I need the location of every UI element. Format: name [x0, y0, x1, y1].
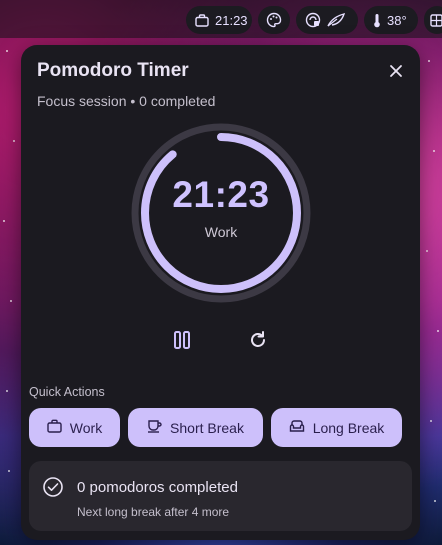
check-circle-icon [42, 476, 64, 503]
quick-actions-label: Quick Actions [29, 385, 105, 399]
pomodoro-panel: Pomodoro Timer Focus session • 0 complet… [21, 45, 420, 540]
stats-card: 0 pomodoros completed Next long break af… [29, 461, 412, 531]
timer-ring: 21:23 Work [131, 123, 311, 303]
temperature-value: 38° [387, 12, 407, 28]
work-button[interactable]: Work [29, 408, 120, 447]
weather-widget[interactable]: 38° [364, 6, 418, 34]
short-break-button[interactable]: Short Break [128, 408, 263, 447]
reset-icon [248, 330, 268, 355]
pause-icon [172, 330, 192, 355]
couch-icon [289, 419, 305, 436]
timer-mode: Work [204, 224, 238, 240]
status-bar: 21:23 38° [0, 0, 442, 38]
briefcase-icon [195, 13, 209, 27]
short-break-button-label: Short Break [170, 419, 244, 436]
pomodoros-completed: 0 pomodoros completed [77, 479, 238, 496]
next-long-break: Next long break after 4 more [77, 505, 230, 519]
grid-icon [430, 13, 442, 27]
clock-widget[interactable]: 21:23 [186, 6, 252, 34]
clock-time: 21:23 [215, 12, 248, 28]
close-icon [389, 64, 403, 83]
long-break-button-label: Long Break [312, 419, 385, 436]
long-break-button[interactable]: Long Break [271, 408, 402, 447]
grid-widget[interactable] [424, 6, 442, 34]
palette-icon [266, 12, 282, 28]
panel-title: Pomodoro Timer [37, 60, 189, 81]
pause-button[interactable] [167, 327, 197, 357]
reset-button[interactable] [243, 327, 273, 357]
leaf-icon [327, 13, 345, 27]
coffee-icon [147, 419, 162, 436]
theme-button[interactable] [258, 6, 290, 34]
timer-time: 21:23 [172, 174, 270, 215]
close-button[interactable] [382, 59, 410, 87]
work-button-label: Work [69, 419, 103, 436]
system-widget[interactable] [296, 6, 358, 34]
network-icon [305, 12, 321, 28]
thermometer-icon [373, 13, 381, 28]
briefcase-icon [47, 419, 62, 436]
panel-subtitle: Focus session • 0 completed [37, 93, 216, 109]
